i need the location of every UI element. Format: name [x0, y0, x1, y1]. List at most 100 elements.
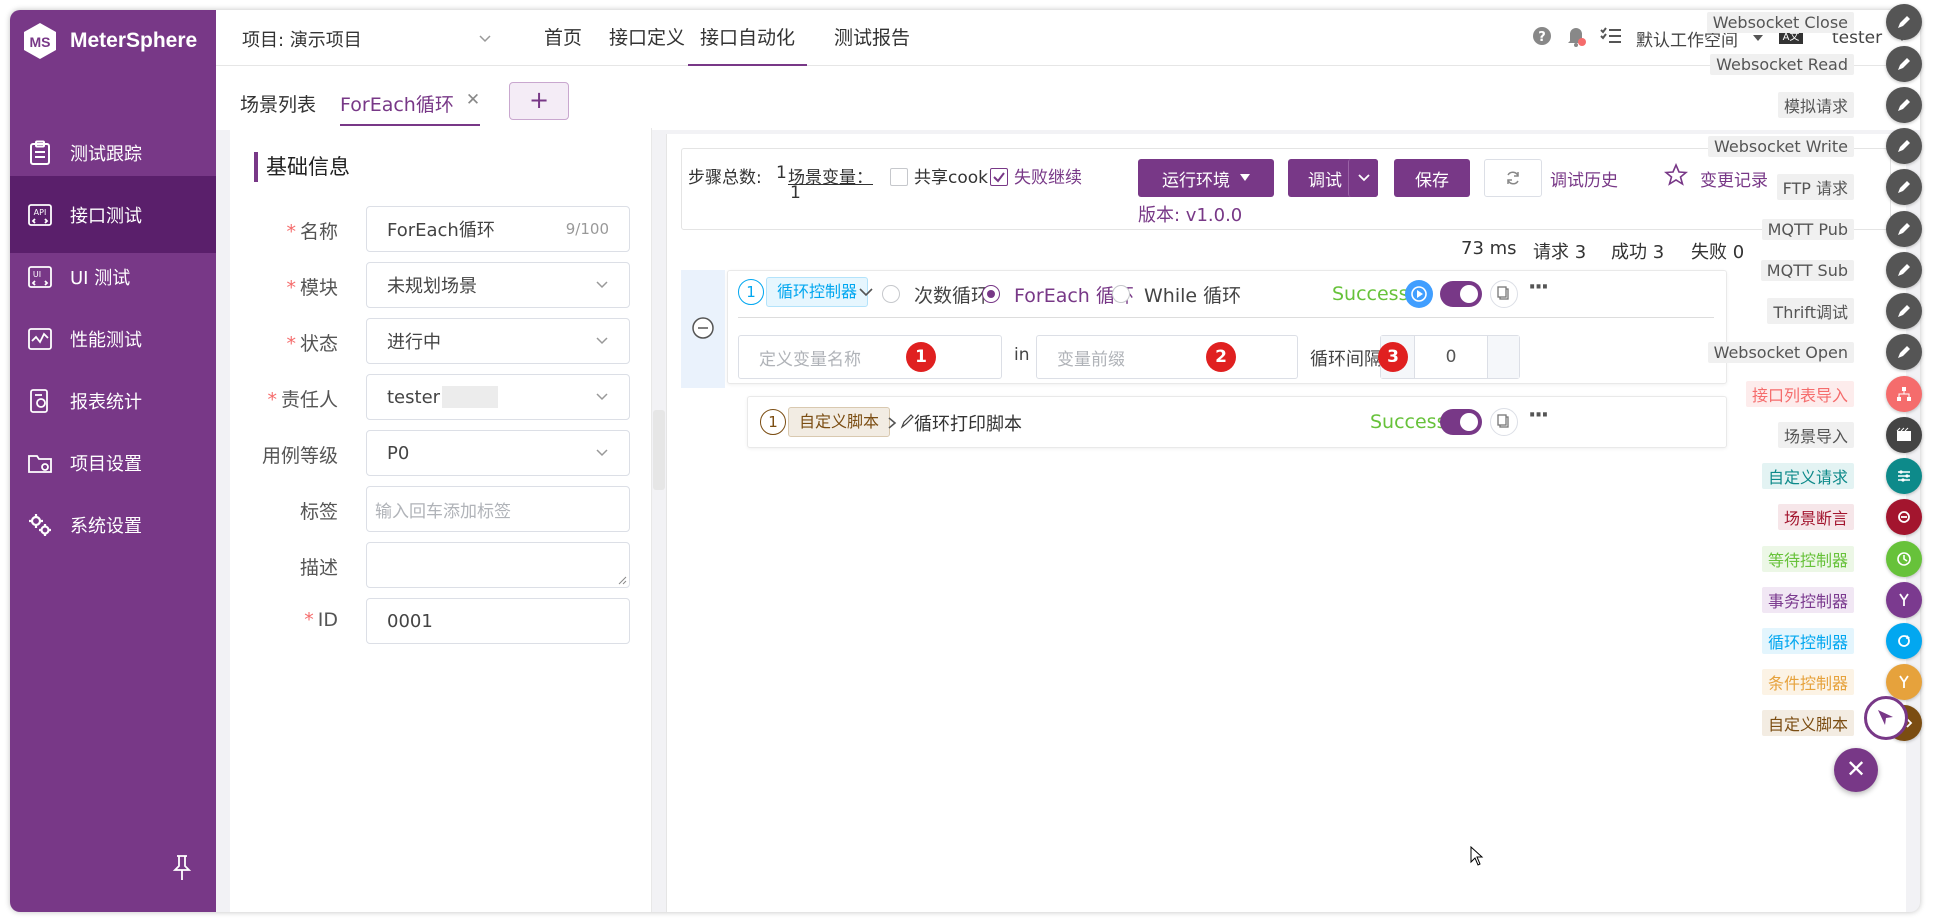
debug-history-link[interactable]: 调试历史 — [1550, 166, 1618, 191]
menu-websocket-close[interactable]: Websocket Close — [1706, 4, 1922, 40]
pencil-icon — [1886, 252, 1922, 288]
bell-icon[interactable] — [1566, 25, 1586, 52]
save-button[interactable]: 保存 — [1394, 159, 1470, 197]
edit-icon[interactable] — [900, 413, 914, 434]
pin-icon[interactable] — [170, 853, 194, 883]
step-gutter — [681, 270, 725, 388]
changelog-link[interactable]: 变更记录 — [1700, 166, 1768, 191]
refresh-icon — [1507, 171, 1519, 185]
menu-scenario-assertion[interactable]: 场景断言 — [1777, 499, 1922, 535]
tab-api-automation[interactable]: 接口自动化 — [688, 10, 808, 66]
status-select[interactable]: 进行中 — [366, 318, 630, 364]
checkbox-icon — [890, 168, 908, 186]
more-icon[interactable]: ··· — [1528, 403, 1549, 428]
copy-icon[interactable] — [1490, 280, 1518, 308]
tab-home[interactable]: 首页 — [540, 10, 586, 66]
pencil-icon — [1886, 128, 1922, 164]
menu-wait-controller[interactable]: 等待控制器 — [1761, 541, 1922, 577]
compass-icon[interactable] — [1864, 696, 1908, 740]
tab-foreach-scenario[interactable]: ForEach循环 ✕ — [340, 90, 481, 126]
menu-import-api-list[interactable]: 接口列表导入 — [1745, 376, 1922, 412]
menu-mqtt-sub[interactable]: MQTT Sub — [1760, 252, 1922, 288]
menu-label: 自定义请求 — [1761, 463, 1854, 489]
menu-mqtt-pub[interactable]: MQTT Pub — [1761, 211, 1922, 247]
copy-icon[interactable] — [1490, 408, 1518, 436]
menu-label: 自定义脚本 — [1761, 710, 1854, 736]
enable-toggle[interactable] — [1440, 281, 1482, 307]
step-type-tag: 循环控制器 — [766, 277, 869, 307]
annotation-badge: 3 — [1378, 342, 1408, 372]
menu-thrift-debug[interactable]: Thrift调试 — [1767, 293, 1922, 329]
chevron-down-icon — [596, 337, 608, 345]
radio-foreach-loop[interactable] — [982, 285, 1000, 303]
project-select[interactable]: 项目: 演示项目 — [242, 24, 492, 54]
tag-input[interactable]: 输入回车添加标签 — [366, 486, 630, 532]
more-icon[interactable]: ··· — [1528, 275, 1549, 300]
menu-loop-controller[interactable]: 循环控制器 — [1761, 623, 1922, 659]
debug-dropdown-button[interactable] — [1348, 159, 1378, 197]
step-number: 1 — [760, 409, 786, 435]
chevron-down-icon — [596, 393, 608, 401]
sidebar: MS MeterSphere 测试跟踪 API 接口测试 UI UI 测试 性能… — [10, 10, 216, 912]
network-icon — [1886, 376, 1922, 412]
menu-custom-script[interactable]: 自定义脚本 — [1761, 705, 1922, 741]
tab-api-definition[interactable]: 接口定义 — [605, 10, 689, 66]
owner-select[interactable]: tester — [366, 374, 630, 420]
basic-info-panel: 基础信息 * 名称 ForEach循环 9/100 * 模块 未规划场景 * 状态 进… — [230, 128, 652, 912]
menu-mock-request[interactable]: 模拟请求 — [1777, 87, 1922, 123]
chevron-right-icon[interactable] — [886, 416, 898, 430]
description-textarea[interactable] — [366, 542, 630, 588]
continue-on-fail-checkbox[interactable]: 失败继续 — [990, 163, 1082, 188]
run-environment-button[interactable]: 运行环境 — [1138, 159, 1274, 197]
step-name[interactable]: 循环打印脚本 — [914, 410, 1022, 436]
close-icon[interactable]: ✕ — [466, 90, 480, 124]
menu-condition-controller[interactable]: 条件控制器 — [1761, 664, 1922, 700]
menu-label: Websocket Write — [1708, 135, 1854, 157]
menu-import-scenario[interactable]: 场景导入 — [1777, 417, 1922, 453]
module-select[interactable]: 未规划场景 — [366, 262, 630, 308]
brand-name: MeterSphere — [70, 29, 198, 52]
radio-while-loop[interactable] — [1112, 285, 1130, 303]
tab-test-report[interactable]: 测试报告 — [830, 10, 914, 66]
chevron-down-icon — [596, 449, 608, 457]
enable-toggle[interactable] — [1440, 409, 1482, 435]
id-input[interactable]: 0001 — [366, 598, 630, 644]
add-tab-button[interactable]: + — [509, 82, 569, 120]
scenario-editor: 步骤总数: 1 场景变量： 1 共享cook 失败继续 运行环境 调试 保存 调… — [666, 134, 1906, 912]
menu-transaction-controller[interactable]: 事务控制器 — [1761, 582, 1922, 618]
collapse-icon[interactable] — [691, 316, 715, 340]
brand-logo[interactable]: MS MeterSphere — [20, 18, 197, 64]
variable-name-input[interactable]: 定义变量名称 — [738, 335, 1002, 379]
star-icon[interactable] — [1663, 162, 1689, 192]
level-select[interactable]: P0 — [366, 430, 630, 476]
radio-count-loop[interactable] — [882, 285, 900, 303]
scenario-tabs: 场景列表 ForEach循环 ✕ + — [216, 66, 1920, 130]
tasks-icon[interactable] — [1600, 26, 1622, 51]
menu-label: 等待控制器 — [1761, 546, 1854, 572]
annotation-badge: 1 — [906, 342, 936, 372]
resize-handle-icon[interactable] — [617, 575, 627, 585]
module-select-value: 未规划场景 — [387, 276, 477, 297]
tab-scenario-list[interactable]: 场景列表 — [240, 90, 316, 126]
chevron-down-icon — [596, 281, 608, 289]
menu-websocket-open[interactable]: Websocket Open — [1707, 334, 1922, 370]
panel-splitter[interactable] — [653, 410, 665, 490]
menu-label: MQTT Pub — [1761, 218, 1854, 240]
refresh-button[interactable] — [1484, 159, 1542, 197]
chevron-down-icon[interactable] — [858, 287, 874, 299]
menu-websocket-read[interactable]: Websocket Read — [1710, 46, 1922, 82]
play-icon[interactable] — [1404, 279, 1434, 314]
name-input[interactable]: ForEach循环 9/100 — [366, 206, 630, 252]
help-icon[interactable]: ? — [1532, 26, 1552, 51]
pencil-icon — [1886, 169, 1922, 205]
share-cookie-checkbox[interactable]: 共享cook — [890, 163, 988, 188]
field-label: 标签 — [299, 501, 338, 523]
scene-variable-count: 1 — [790, 183, 801, 203]
menu-websocket-write[interactable]: Websocket Write — [1708, 128, 1922, 164]
menu-ftp-request[interactable]: FTP 请求 — [1776, 169, 1922, 205]
stepper-increase[interactable] — [1487, 336, 1519, 378]
close-menu-button[interactable]: ✕ — [1834, 748, 1878, 792]
variable-prefix-input[interactable]: 变量前缀 — [1036, 335, 1298, 379]
menu-custom-request[interactable]: 自定义请求 — [1761, 458, 1922, 494]
sidebar-item-system-settings[interactable]: 系统设置 — [10, 486, 216, 563]
